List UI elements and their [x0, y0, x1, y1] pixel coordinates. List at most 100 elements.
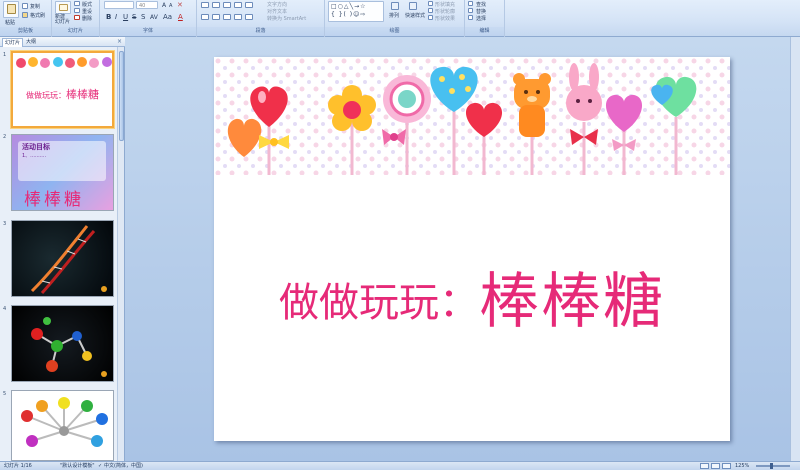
slide-thumbnail-4[interactable] [11, 305, 114, 382]
clipboard-icon [7, 4, 16, 14]
format-painter-label[interactable]: 格式刷 [30, 12, 45, 19]
char-spacing-icon[interactable]: AV [150, 14, 158, 21]
slide-thumbnail-2[interactable]: 活动目标 1、.......... 棒棒糖 [11, 134, 114, 211]
align-center-icon[interactable] [212, 14, 220, 20]
workspace: 幻灯片 大纲 × 1 做做玩玩：棒棒糖 2 活动目标 1、.......... … [0, 37, 800, 461]
columns-icon[interactable] [245, 14, 253, 20]
align-text-label[interactable]: 对齐文本 [267, 8, 287, 15]
arrange-label[interactable]: 排列 [389, 12, 399, 19]
normal-view-button[interactable] [700, 463, 709, 469]
new-slide-button[interactable] [55, 1, 71, 14]
shadow-icon[interactable]: S [141, 14, 145, 21]
thumb-number: 3 [3, 221, 7, 227]
font-name-combo[interactable] [104, 1, 134, 9]
shape-effects-icon[interactable] [428, 15, 433, 20]
change-case-icon[interactable]: Aa [163, 14, 172, 21]
workspace-scrollbar[interactable] [790, 37, 800, 461]
drawing-group-label: 绘图 [325, 27, 464, 36]
shapes-gallery[interactable]: □○△╲→☆ { }( )☺⇨ [328, 1, 384, 22]
slide-title-prefix: 做做玩玩： [279, 280, 479, 326]
pane-tabs: 幻灯片 大纲 × [0, 37, 125, 47]
arrange-icon[interactable] [391, 2, 399, 10]
quick-styles-label[interactable]: 快速样式 [405, 12, 425, 19]
format-painter-icon[interactable] [22, 12, 28, 18]
editing-group-label: 编辑 [465, 27, 504, 36]
thumb-number: 2 [3, 134, 7, 140]
shapes-icon-row2: { }( )☺⇨ [331, 11, 367, 18]
zoom-slider[interactable] [756, 465, 790, 467]
theme-name: "默认设计模板" [60, 463, 95, 469]
shape-outline-icon[interactable] [428, 8, 433, 13]
justify-icon[interactable] [234, 14, 242, 20]
slide-thumbnail-5[interactable] [11, 390, 114, 461]
drawing-group: □○△╲→☆ { }( )☺⇨ 排列 快速样式 形状填充 形状轮廓 形状效果 绘… [325, 0, 465, 37]
thumb-number: 1 [3, 52, 7, 58]
italic-icon[interactable]: I [115, 14, 117, 21]
slide-title[interactable]: 做做玩玩：棒棒糖 [214, 253, 730, 340]
slides-pane: 幻灯片 大纲 × 1 做做玩玩：棒棒糖 2 活动目标 1、.......... … [0, 37, 125, 461]
slide-sorter-button[interactable] [711, 463, 720, 469]
slide-title-main: 棒棒糖 [479, 267, 665, 337]
align-right-icon[interactable] [223, 14, 231, 20]
clipboard-group-label: 剪贴板 [0, 27, 51, 36]
quick-styles-icon[interactable] [409, 2, 417, 10]
shape-fill-icon[interactable] [428, 1, 433, 6]
delete-label[interactable]: 删除 [82, 15, 92, 22]
slide-canvas[interactable]: 做做玩玩：棒棒糖 [214, 57, 730, 441]
close-icon[interactable]: × [117, 38, 122, 46]
increase-indent-icon[interactable] [234, 2, 242, 8]
molecule-image [31, 317, 107, 377]
copy-label[interactable]: 复制 [30, 3, 40, 10]
replace-icon[interactable] [468, 8, 473, 13]
lollipop-banner-image [214, 57, 730, 175]
tab-outline[interactable]: 大纲 [24, 38, 38, 47]
thumb-number: 4 [3, 306, 7, 312]
bullets-icon[interactable] [201, 2, 209, 8]
find-icon[interactable] [468, 1, 473, 6]
text-direction-label[interactable]: 文字方向 [267, 1, 287, 8]
language: 中文(简体，中国) [104, 463, 143, 469]
slide-thumbnail-1[interactable]: 做做玩玩：棒棒糖 [11, 51, 114, 128]
slides-group-label: 幻灯片 [52, 27, 99, 36]
line-spacing-icon[interactable] [245, 2, 253, 8]
slides-group: 新建 幻灯片 版式 重设 删除 幻灯片 [52, 0, 100, 37]
zoom-level[interactable]: 125% [735, 462, 749, 470]
grow-font-icon[interactable]: A [162, 2, 166, 9]
font-size-combo[interactable]: 40 [136, 1, 158, 9]
find-label[interactable]: 查找 [476, 1, 486, 8]
align-left-icon[interactable] [201, 14, 209, 20]
select-icon[interactable] [468, 15, 473, 20]
replace-label[interactable]: 替换 [476, 8, 486, 15]
layout-icon[interactable] [74, 1, 80, 6]
strikethrough-icon[interactable]: S [132, 14, 136, 21]
shape-effects-label[interactable]: 形状效果 [435, 15, 455, 22]
pane-scrollbar-thumb[interactable] [119, 51, 124, 141]
numbering-icon[interactable] [212, 2, 220, 8]
zoom-slider-knob[interactable] [770, 463, 773, 469]
layout-label[interactable]: 版式 [82, 1, 92, 8]
delete-icon[interactable] [74, 15, 80, 20]
underline-icon[interactable]: U [123, 14, 128, 21]
shrink-font-icon[interactable]: A [169, 3, 172, 10]
paste-label: 粘贴 [5, 20, 16, 26]
font-color-icon[interactable]: A [178, 14, 183, 21]
select-label[interactable]: 选择 [476, 15, 486, 22]
slideshow-button[interactable] [722, 463, 731, 469]
reset-icon[interactable] [74, 8, 80, 13]
status-bar: 幻灯片 1/16 "默认设计模板" ✓ 中文(简体，中国) 125% [0, 461, 800, 470]
shape-fill-label[interactable]: 形状填充 [435, 1, 455, 8]
reset-label[interactable]: 重设 [82, 8, 92, 15]
convert-smartart-label[interactable]: 转换为 SmartArt [267, 15, 306, 22]
dna-helix-image [30, 225, 107, 295]
thumb-number: 5 [3, 391, 7, 397]
slide-thumbnail-3[interactable] [11, 220, 114, 297]
copy-icon[interactable] [22, 3, 28, 9]
shape-outline-label[interactable]: 形状轮廓 [435, 8, 455, 15]
decrease-indent-icon[interactable] [223, 2, 231, 8]
bold-icon[interactable]: B [106, 14, 111, 21]
paste-button[interactable] [3, 1, 19, 18]
tab-slides[interactable]: 幻灯片 [2, 38, 24, 47]
new-slide-icon [59, 4, 68, 11]
pane-scrollbar[interactable] [117, 47, 124, 461]
clear-format-icon[interactable]: ✕ [177, 2, 183, 9]
